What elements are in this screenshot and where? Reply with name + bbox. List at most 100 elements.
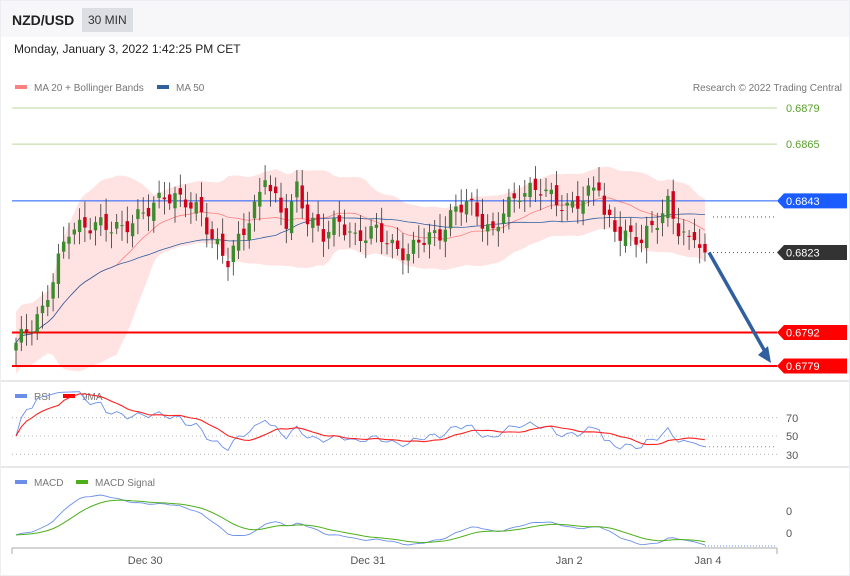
candle-body [136,209,140,220]
candle-body [687,235,691,237]
candle-body [682,231,686,233]
candle-body [528,182,532,198]
candle-body [374,224,379,228]
candle-body [422,242,426,245]
candle-body [83,217,87,228]
candle-body [67,236,71,244]
candle-body [99,217,103,226]
current-price-label: 0.6823 [786,247,820,259]
candle-body [173,193,177,209]
candle-body [470,198,474,201]
candle-body [560,210,564,212]
rsi-line [15,391,706,452]
candle-body [258,191,262,207]
candle-body [205,217,209,235]
candle-body [459,204,463,213]
candle-body [268,184,273,192]
candle-body [629,225,633,232]
candle-body [93,222,98,231]
x-tick-label: Dec 30 [128,555,163,567]
x-tick-label: Dec 31 [350,555,385,567]
indicators [12,391,777,547]
candle-body [655,227,659,231]
candle-body [348,231,352,233]
candle-body [613,220,617,232]
candle-body [231,245,235,263]
candle-body [549,189,553,195]
legend-swatch-ma50 [157,85,169,89]
candle-body [30,331,34,333]
pivot-label: 0.6843 [786,196,820,208]
candle-body [433,230,437,234]
candle-body [438,229,442,241]
candle-body [364,240,368,244]
candle-body [327,231,331,239]
candle-body [491,221,495,229]
candle-body [115,221,119,229]
candle-body [597,182,601,191]
candle-body [236,233,241,251]
candle-body [88,230,92,234]
candle-body [380,223,384,243]
candle-body [592,187,596,191]
x-axis-ticks: Dec 30 Dec 31 Jan 2 Jan 4 [128,555,722,567]
candle-body [501,213,506,224]
chart-widget: NZD/USD 30 MIN Monday, January 3, 2022 1… [0,0,850,576]
candle-body [263,180,267,188]
candle-body [157,192,161,198]
candle-body [692,232,697,241]
candle-body [178,188,182,195]
candle-body [650,220,654,226]
candle-body [427,232,432,245]
candle-body [199,197,204,213]
candle-body [554,185,559,206]
candle-body [454,206,458,212]
legend-ma20: MA 20 + Bollinger Bands [34,83,144,94]
candle-body [406,254,410,261]
candle-body [586,185,591,196]
candle-body [698,244,702,248]
candle-body [401,248,405,261]
candle-body [512,193,516,199]
candle-body [480,213,485,229]
rsi-y-axis: 70 50 30 [786,413,798,462]
candle-body [475,202,479,217]
macd-signal-line [15,499,706,543]
candle-body [311,217,315,228]
chart-canvas: MA 20 + Bollinger Bands MA 50 Research ©… [1,83,849,567]
candle-body [152,202,156,221]
legend-swatch-macd [15,480,27,484]
candle-body [279,197,283,213]
macd-tick-lower: 0 [786,528,792,540]
candle-body [141,212,145,214]
candle-body [417,239,421,243]
candle-body [24,329,29,333]
candle-body [607,209,612,216]
candle-body [639,239,644,244]
candle-body [35,314,39,333]
rsi-ma-line [15,393,706,446]
candle-body [146,207,151,217]
candle-body [289,201,294,234]
candle-body [576,196,580,209]
legend-rsi: RSI [34,392,51,403]
candle-body [581,200,585,214]
candle-body [565,202,569,206]
candle-body [523,193,527,197]
candle-body [332,218,336,235]
candle-body [72,229,76,235]
candle-body [130,223,135,237]
forecast-arrow [707,251,769,356]
candle-body [660,213,665,224]
candle-body [517,200,522,203]
candle-body [539,194,543,196]
support-label: 0.6779 [786,361,820,373]
candle-body [19,328,23,343]
rsi-tick-50: 50 [786,431,798,443]
candle-body [411,239,416,254]
candle-body [666,195,670,219]
candle-body [618,226,622,241]
bollinger-band [15,166,706,374]
candle-body [189,202,193,209]
candle-body [247,223,251,241]
